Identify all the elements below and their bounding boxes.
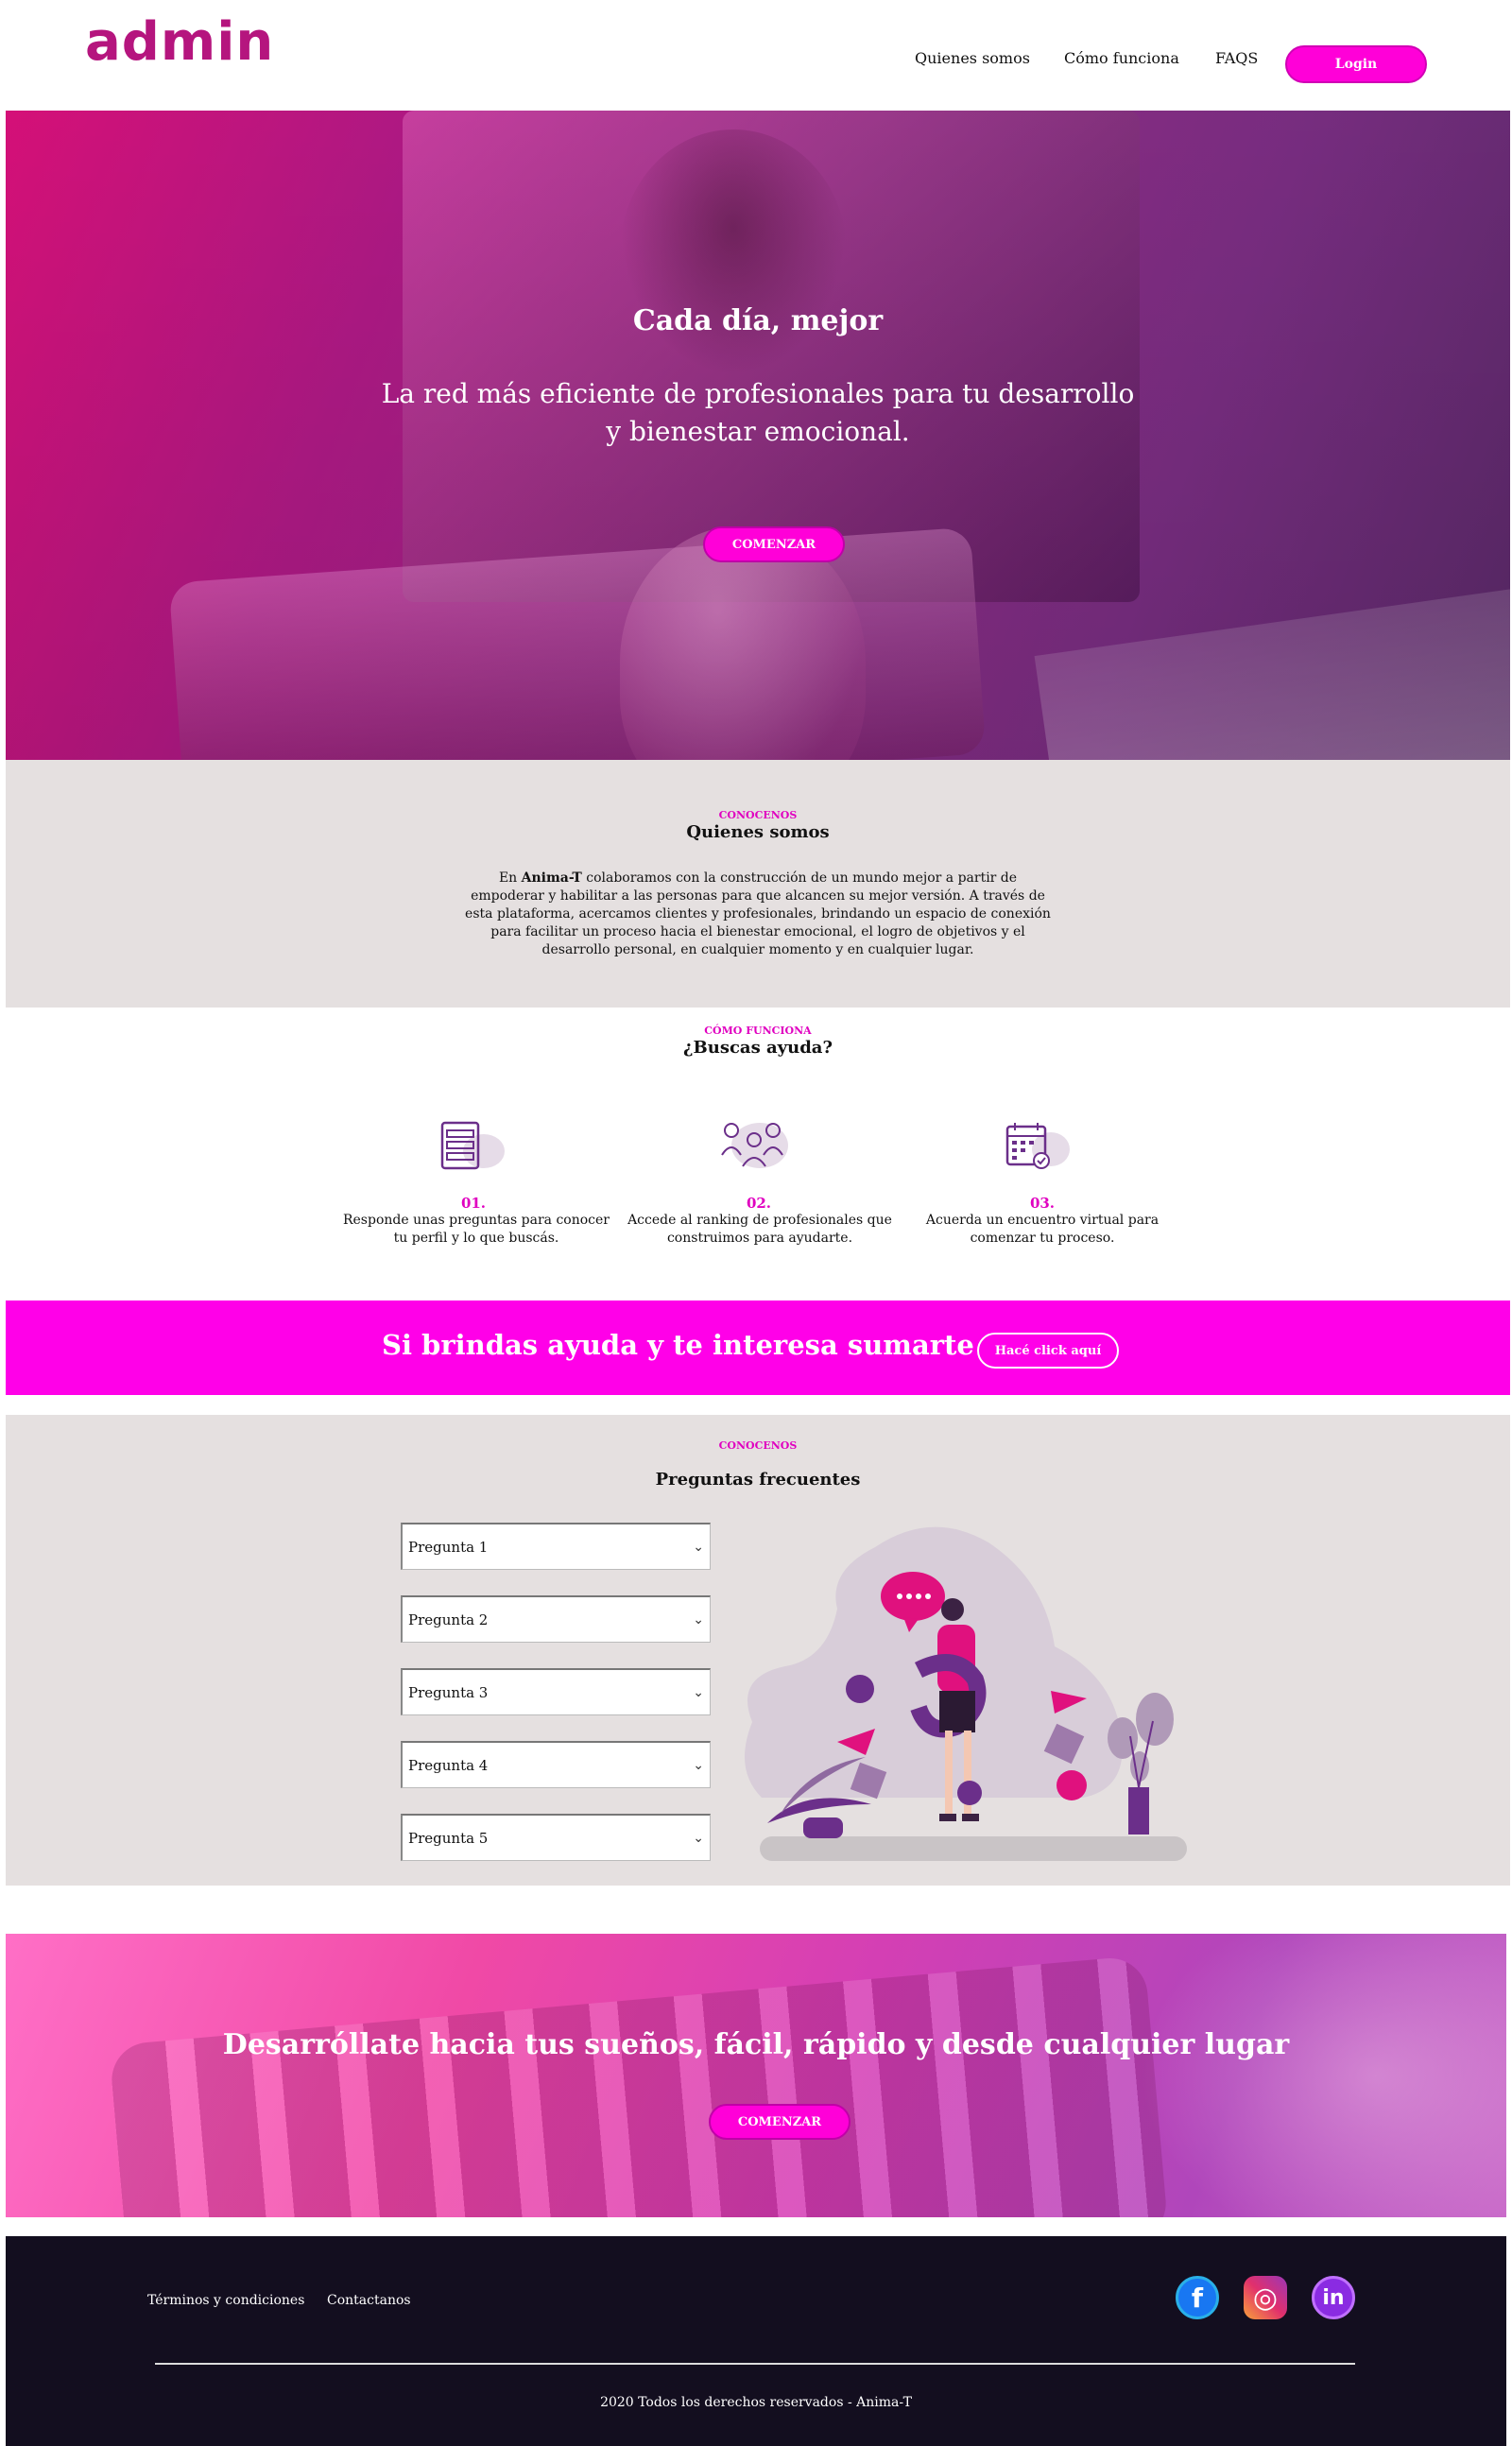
- faq-question-5-label: Pregunta 5: [408, 1829, 489, 1847]
- team-icon: [716, 1117, 792, 1174]
- faq-kicker: CONOCENOS: [718, 1439, 798, 1452]
- cta-start-button[interactable]: COMENZAR: [709, 2104, 850, 2140]
- chevron-down-icon: ⌄: [693, 1830, 704, 1846]
- faq-question-1-label: Pregunta 1: [408, 1538, 489, 1556]
- nav-como-funciona[interactable]: Cómo funciona: [1064, 49, 1179, 67]
- cta-section: Desarróllate hacia tus sueños, fácil, rá…: [6, 1934, 1506, 2217]
- faq-illustration: [745, 1526, 1187, 1861]
- step-3-number: 03.: [1029, 1195, 1056, 1212]
- hero-subtitle: La red más eficiente de profesionales pa…: [381, 378, 1135, 447]
- about-title: Quienes somos: [686, 822, 830, 842]
- banner-text: Si brindas ayuda y te interesa sumarte: [382, 1329, 974, 1361]
- faq-section: CONOCENOS Preguntas frecuentes Pregunta …: [6, 1415, 1510, 1886]
- chevron-down-icon: ⌄: [693, 1611, 704, 1628]
- logo[interactable]: admin: [85, 11, 274, 73]
- about-text-intro: En: [498, 870, 522, 886]
- instagram-icon[interactable]: ◎: [1244, 2276, 1287, 2319]
- about-kicker: CONOCENOS: [718, 809, 798, 821]
- site-footer: Términos y condiciones Contactanos f ◎ i…: [6, 2236, 1506, 2446]
- how-title: ¿Buscas ayuda?: [682, 1038, 833, 1058]
- faq-question-2-label: Pregunta 2: [408, 1611, 489, 1628]
- footer-divider: [155, 2363, 1355, 2365]
- how-it-works-section: CÓMO FUNCIONA ¿Buscas ayuda? 01. Respond…: [6, 1008, 1510, 1301]
- about-text: En Anima-T colaboramos con la construcci…: [463, 870, 1053, 959]
- hero-section: Cada día, mejor La red más eficiente de …: [6, 111, 1510, 760]
- login-button[interactable]: Login: [1285, 45, 1427, 83]
- about-brand: Anima-T: [521, 870, 582, 886]
- faq-question-5[interactable]: Pregunta 5 ⌄: [401, 1814, 711, 1861]
- footer-copyright: 2020 Todos los derechos reservados - Ani…: [600, 2395, 912, 2410]
- cta-title: Desarróllate hacia tus sueños, fácil, rá…: [222, 2028, 1290, 2061]
- join-banner: Si brindas ayuda y te interesa sumarte H…: [6, 1301, 1510, 1395]
- site-header: admin Quienes somos Cómo funciona FAQS L…: [0, 0, 1512, 109]
- faq-question-4-label: Pregunta 4: [408, 1756, 489, 1774]
- linkedin-icon[interactable]: in: [1312, 2276, 1355, 2319]
- chevron-down-icon: ⌄: [693, 1539, 704, 1555]
- calendar-icon: [1000, 1119, 1075, 1176]
- chevron-down-icon: ⌄: [693, 1684, 704, 1700]
- cta-background-glow: [1140, 1934, 1506, 2217]
- cta-background-keyboard: [109, 1955, 1169, 2217]
- nav-faqs[interactable]: FAQS: [1215, 49, 1258, 67]
- step-3-text: Acuerda un encuentro virtual para comenz…: [925, 1213, 1160, 1246]
- hero-title: Cada día, mejor: [632, 304, 884, 337]
- hero-start-button[interactable]: COMENZAR: [703, 526, 845, 562]
- form-icon: [435, 1119, 510, 1176]
- faq-question-1[interactable]: Pregunta 1 ⌄: [401, 1523, 711, 1570]
- step-1-text: Responde unas preguntas para conocer tu …: [342, 1213, 610, 1246]
- about-section: CONOCENOS Quienes somos En Anima-T colab…: [6, 760, 1510, 1008]
- chevron-down-icon: ⌄: [693, 1757, 704, 1773]
- footer-contact-link[interactable]: Contactanos: [327, 2293, 411, 2308]
- nav-quienes-somos[interactable]: Quienes somos: [915, 49, 1030, 67]
- faq-title: Preguntas frecuentes: [655, 1470, 861, 1490]
- faq-question-3-label: Pregunta 3: [408, 1683, 489, 1701]
- step-2-text: Accede al ranking de profesionales que c…: [627, 1213, 892, 1246]
- banner-click-button[interactable]: Hacé click aquí: [977, 1333, 1119, 1369]
- faq-question-3[interactable]: Pregunta 3 ⌄: [401, 1668, 711, 1715]
- faq-question-2[interactable]: Pregunta 2 ⌄: [401, 1595, 711, 1643]
- facebook-icon[interactable]: f: [1176, 2276, 1219, 2319]
- faq-question-4[interactable]: Pregunta 4 ⌄: [401, 1741, 711, 1788]
- how-kicker: CÓMO FUNCIONA: [704, 1025, 812, 1037]
- footer-terms-link[interactable]: Términos y condiciones: [147, 2293, 304, 2308]
